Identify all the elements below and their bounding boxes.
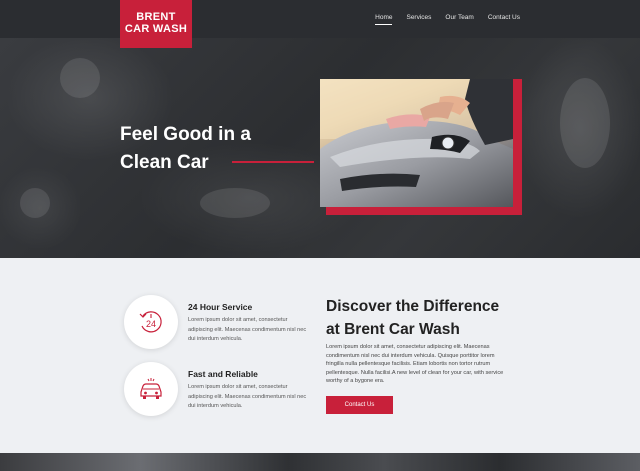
hero-title-line-2: Clean Car	[120, 152, 209, 173]
hero-background-foam	[560, 78, 610, 168]
main-nav: Home Services Our Team Contact Us	[375, 14, 520, 25]
hero-section: Feel Good in a Clean Car	[0, 38, 640, 258]
car-icon	[124, 362, 178, 416]
next-section-preview	[0, 453, 640, 471]
brand-line-2: CAR WASH	[124, 23, 188, 35]
nav-home[interactable]: Home	[375, 14, 393, 25]
hero-title: Feel Good in a Clean Car	[120, 121, 251, 177]
nav-contact-us[interactable]: Contact Us	[488, 14, 520, 21]
car-polishing-illustration	[320, 79, 513, 207]
hero-accent-line	[232, 161, 314, 163]
brand-line-1: BRENT	[136, 11, 176, 23]
site-header: Home Services Our Team Contact Us	[0, 0, 640, 38]
hero-car-image	[320, 79, 513, 207]
discover-description: Lorem ipsum dolor sit amet, consectetur …	[326, 344, 504, 384]
feature-title: 24 Hour Service	[188, 302, 253, 312]
hero-background-foam	[20, 188, 50, 218]
hero-background-foam	[200, 188, 270, 218]
discover-title-line-2: at Brent Car Wash	[326, 321, 460, 338]
discover-title: Discover the Difference at Brent Car Was…	[326, 295, 499, 341]
brand-logo[interactable]: BRENT CAR WASH	[120, 0, 192, 48]
hero-background-foam	[60, 58, 100, 98]
feature-title: Fast and Reliable	[188, 369, 258, 379]
contact-us-button[interactable]: Contact Us	[326, 396, 393, 414]
nav-services[interactable]: Services	[406, 14, 431, 21]
hero-title-line-1: Feel Good in a	[120, 124, 251, 145]
discover-title-line-1: Discover the Difference	[326, 298, 500, 315]
feature-description: Lorem ipsum dolor sit amet, consectetur …	[188, 317, 307, 342]
svg-text:24: 24	[146, 319, 156, 329]
feature-description: Lorem ipsum dolor sit amet, consectetur …	[188, 384, 307, 409]
features-section	[0, 258, 640, 453]
24-hour-clock-icon: 24	[124, 295, 178, 349]
nav-our-team[interactable]: Our Team	[445, 14, 473, 21]
